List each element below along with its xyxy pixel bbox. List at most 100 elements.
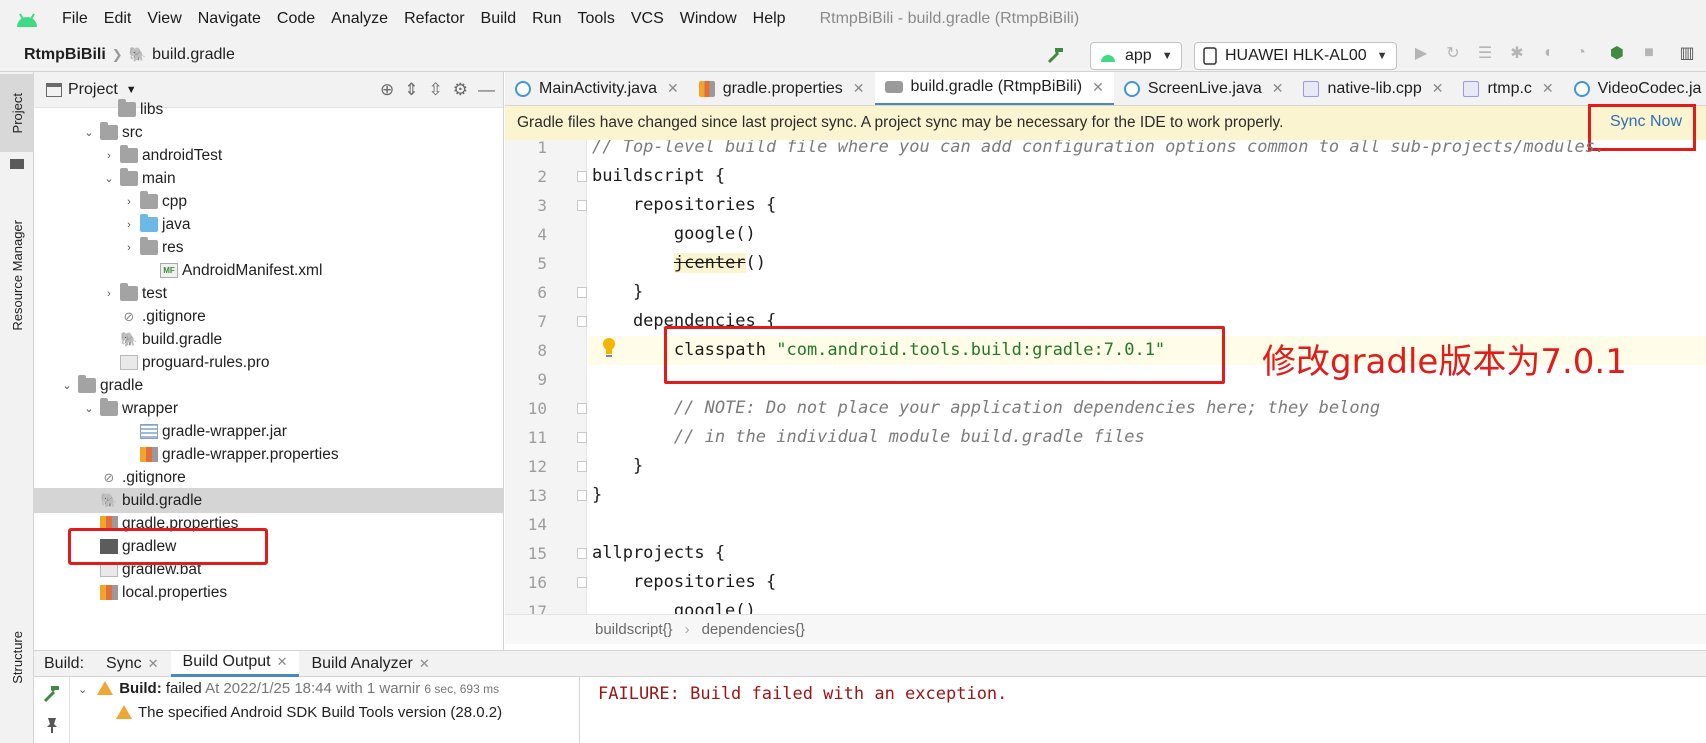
breadcrumb-dependencies[interactable]: dependencies{}	[702, 621, 805, 638]
close-icon[interactable]: ✕	[1272, 80, 1284, 97]
tree-item[interactable]: ⌄ wrapper	[34, 396, 503, 421]
tab-build-output[interactable]: Build Output ✕	[170, 650, 300, 677]
tree-item[interactable]: › test	[34, 281, 503, 306]
tab-mainactivity-java[interactable]: MainActivity.java ✕	[505, 72, 689, 105]
chevron-right-icon[interactable]: ›	[122, 242, 136, 254]
breadcrumb-file[interactable]: build.gradle	[152, 46, 235, 64]
menu-run[interactable]: Run	[532, 10, 561, 28]
chevron-right-icon[interactable]: ›	[102, 288, 116, 300]
menu-vcs[interactable]: VCS	[631, 10, 664, 28]
menu-tools[interactable]: Tools	[577, 10, 614, 28]
tree-item[interactable]: ⌄ main	[34, 166, 503, 191]
fold-marker-icon[interactable]	[577, 171, 587, 182]
close-icon[interactable]: ✕	[1432, 80, 1444, 97]
fold-marker-icon[interactable]	[577, 461, 587, 472]
tree-item[interactable]: › res	[34, 235, 503, 260]
attach-debugger-icon[interactable]: ◐	[1538, 42, 1560, 64]
tree-item[interactable]: gradle-wrapper.properties	[34, 442, 503, 467]
tool-tab-structure[interactable]: Structure	[0, 612, 34, 702]
build-status-row[interactable]: ⌄ Build: failed At 2022/1/25 18:44 with 1…	[78, 680, 499, 697]
device-manager-icon[interactable]: ▥	[1676, 42, 1698, 64]
menu-file[interactable]: File	[62, 10, 88, 28]
close-icon[interactable]: ✕	[1542, 80, 1554, 97]
tree-item[interactable]: 🐘 build.gradle	[34, 327, 503, 352]
fold-marker-icon[interactable]	[577, 548, 587, 559]
tree-item[interactable]: libs	[34, 97, 503, 122]
tab-label: ScreenLive.java	[1147, 79, 1262, 97]
menu-help[interactable]: Help	[753, 10, 786, 28]
project-view-select[interactable]: Project	[68, 81, 118, 99]
tab-native-lib-cpp[interactable]: native-lib.cpp ✕	[1293, 72, 1453, 105]
chevron-down-icon[interactable]: ⌄	[82, 402, 96, 415]
device-select[interactable]: HUAWEI HLK-AL00 ▼	[1194, 42, 1397, 70]
tree-item[interactable]: ⌄ src	[34, 120, 503, 145]
tab-build-gradle[interactable]: build.gradle (RtmpBiBili) ✕	[874, 72, 1114, 105]
tree-item[interactable]: › cpp	[34, 189, 503, 214]
menu-view[interactable]: View	[147, 10, 181, 28]
build-warning-row[interactable]: The specified Android SDK Build Tools ve…	[116, 704, 502, 721]
tree-item[interactable]: local.properties	[34, 580, 503, 605]
tab-videocodec-java[interactable]: VideoCodec.ja	[1564, 72, 1706, 105]
tree-item[interactable]: › androidTest	[34, 143, 503, 168]
menu-build[interactable]: Build	[481, 10, 517, 28]
chevron-right-icon[interactable]: ›	[122, 219, 136, 231]
menu-navigate[interactable]: Navigate	[198, 10, 261, 28]
build-hammer-icon[interactable]	[1045, 42, 1067, 68]
window-title: RtmpBiBili - build.gradle (RtmpBiBili)	[819, 10, 1080, 27]
close-icon[interactable]: ✕	[148, 656, 159, 672]
close-icon[interactable]: ✕	[1092, 79, 1104, 96]
chevron-down-icon[interactable]: ▼	[126, 84, 137, 96]
breadcrumb-buildscript[interactable]: buildscript{}	[595, 621, 673, 638]
run-icon[interactable]: ▶	[1410, 42, 1432, 64]
chevron-down-icon[interactable]: ⌄	[102, 172, 116, 185]
tab-sync[interactable]: Sync ✕	[94, 651, 170, 677]
fold-marker-icon[interactable]	[577, 432, 587, 443]
close-icon[interactable]: ✕	[277, 654, 288, 670]
pin-icon[interactable]	[42, 715, 62, 735]
tool-tab-resource-manager[interactable]: Resource Manager	[0, 170, 34, 380]
profile-icon[interactable]: ◔	[1570, 42, 1592, 64]
tab-gradle-properties[interactable]: gradle.properties ✕	[689, 72, 875, 105]
menu-window[interactable]: Window	[680, 10, 737, 28]
tree-item[interactable]: ⌄ gradle	[34, 373, 503, 398]
chevron-right-icon[interactable]: ›	[102, 150, 116, 162]
tree-item[interactable]: ⊘ .gitignore	[34, 465, 503, 490]
stop-icon[interactable]: ■	[1638, 42, 1660, 64]
fold-marker-icon[interactable]	[577, 403, 587, 414]
apply-code-changes-icon[interactable]: ☰	[1474, 42, 1496, 64]
close-icon[interactable]: ✕	[853, 80, 865, 97]
menu-analyze[interactable]: Analyze	[331, 10, 388, 28]
chevron-down-icon[interactable]: ⌄	[78, 684, 87, 696]
chevron-down-icon[interactable]: ⌄	[60, 379, 74, 392]
chevron-down-icon[interactable]: ⌄	[82, 126, 96, 139]
tab-screenlive-java[interactable]: ScreenLive.java ✕	[1114, 72, 1294, 105]
run-config-select[interactable]: app ▼	[1090, 42, 1182, 70]
apply-changes-icon[interactable]: ↻	[1442, 42, 1464, 64]
fold-marker-icon[interactable]	[577, 490, 587, 501]
chevron-right-icon[interactable]: ›	[122, 196, 136, 208]
folder-icon	[100, 122, 118, 140]
tab-build-analyzer[interactable]: Build Analyzer ✕	[299, 651, 441, 677]
tool-tab-project[interactable]: Project	[0, 74, 34, 152]
sync-gradle-icon[interactable]: ⬢	[1606, 42, 1628, 64]
breadcrumb-project[interactable]: RtmpBiBili	[24, 46, 106, 64]
close-icon[interactable]: ✕	[667, 80, 679, 97]
fold-marker-icon[interactable]	[577, 200, 587, 211]
debug-icon[interactable]: ✱	[1506, 42, 1528, 64]
tree-item[interactable]: gradle-wrapper.jar	[34, 419, 503, 444]
tree-item-selected[interactable]: 🐘 build.gradle	[34, 488, 503, 513]
tree-item[interactable]: proguard-rules.pro	[34, 350, 503, 375]
tab-rtmp-c[interactable]: rtmp.c ✕	[1453, 72, 1563, 105]
menu-code[interactable]: Code	[277, 10, 315, 28]
fold-marker-icon[interactable]	[577, 316, 587, 327]
tree-item[interactable]: › java	[34, 212, 503, 237]
fold-marker-icon[interactable]	[577, 577, 587, 588]
fold-marker-icon[interactable]	[577, 287, 587, 298]
close-icon[interactable]: ✕	[419, 656, 430, 672]
tree-item[interactable]: ⊘ .gitignore	[34, 304, 503, 329]
tree-item[interactable]: MF AndroidManifest.xml	[34, 258, 503, 283]
menu-edit[interactable]: Edit	[104, 10, 132, 28]
menu-refactor[interactable]: Refactor	[404, 10, 464, 28]
build-hammer-icon[interactable]	[41, 683, 63, 703]
